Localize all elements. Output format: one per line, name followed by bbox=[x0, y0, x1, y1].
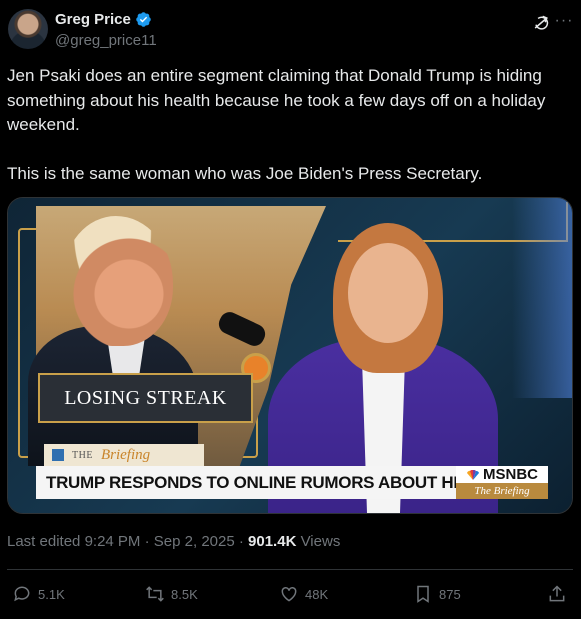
divider-top bbox=[7, 569, 573, 570]
show-tag-name: Briefing bbox=[100, 446, 151, 463]
reply-button[interactable]: 5.1K bbox=[12, 578, 65, 610]
grok-icon[interactable] bbox=[531, 13, 551, 33]
like-count: 48K bbox=[305, 586, 329, 602]
edited-label[interactable]: Last edited bbox=[7, 533, 80, 550]
show-tag-square bbox=[52, 449, 64, 461]
repost-icon bbox=[146, 586, 164, 602]
views-count: 901.4K bbox=[248, 533, 297, 550]
action-bar: 5.1K 8.5K 48K 875 bbox=[0, 578, 581, 610]
verified-badge-icon bbox=[136, 12, 151, 27]
tweet-date[interactable]: Sep 2, 2025 bbox=[154, 533, 235, 550]
losing-streak-label: LOSING STREAK bbox=[38, 373, 253, 423]
anchor-face bbox=[348, 243, 428, 343]
meta-separator: · bbox=[238, 533, 244, 550]
tweet-text: Jen Psaki does an entire segment claimin… bbox=[7, 66, 546, 183]
reply-count: 5.1K bbox=[38, 586, 65, 602]
network-show-name: The Briefing bbox=[456, 483, 548, 499]
author-handle[interactable]: @greg_price11 bbox=[55, 32, 157, 49]
repost-button[interactable]: 8.5K bbox=[145, 578, 198, 610]
person-head bbox=[63, 216, 173, 346]
show-tag: THE Briefing bbox=[44, 444, 204, 466]
tweet-media-video[interactable]: LOSING STREAK THE Briefing TRUMP RESPOND… bbox=[7, 197, 573, 514]
bookmark-count: 875 bbox=[439, 586, 461, 602]
repost-count: 8.5K bbox=[171, 586, 198, 602]
avatar[interactable] bbox=[8, 9, 48, 49]
network-logo: MSNBC bbox=[456, 466, 548, 483]
studio-light bbox=[512, 198, 572, 398]
heart-icon bbox=[281, 586, 297, 602]
network-name: MSNBC bbox=[483, 466, 538, 483]
share-button[interactable] bbox=[547, 578, 567, 610]
share-icon bbox=[549, 585, 565, 602]
peacock-icon bbox=[467, 469, 479, 480]
reply-icon bbox=[14, 586, 30, 602]
author-name[interactable]: Greg Price bbox=[55, 11, 131, 28]
like-button[interactable]: 48K bbox=[279, 578, 328, 610]
tweet-header: Greg Price @greg_price11 ··· bbox=[8, 9, 573, 51]
show-tag-the: THE bbox=[72, 449, 93, 461]
views-label: Views bbox=[300, 533, 341, 550]
meta-separator: · bbox=[144, 533, 150, 550]
tweet-meta: Last edited 9:24 PM · Sep 2, 2025 · 901.… bbox=[7, 533, 340, 550]
bookmark-icon bbox=[417, 585, 429, 603]
author-name-row: Greg Price bbox=[55, 11, 152, 28]
chyron-text: TRUMP RESPONDS TO ONLINE RUMORS ABOUT HI… bbox=[36, 466, 456, 499]
bookmark-button[interactable]: 875 bbox=[413, 578, 461, 610]
tweet-time[interactable]: 9:24 PM bbox=[85, 533, 141, 550]
more-options-icon[interactable]: ··· bbox=[553, 11, 575, 33]
